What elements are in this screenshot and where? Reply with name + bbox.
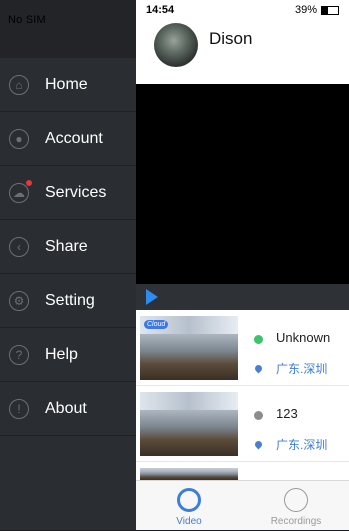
offline-status-dot	[254, 411, 263, 420]
gear-icon: ⚙	[9, 290, 29, 311]
camera-name: Unknown	[276, 330, 331, 345]
menu-status-bar: No SIM	[0, 0, 136, 58]
thumbnail-windows	[140, 392, 238, 410]
menu-item-services[interactable]: ☁ Services	[0, 166, 136, 220]
carrier-text: No SIM	[8, 14, 46, 26]
menu-item-label: About	[45, 399, 87, 417]
menu-item-share[interactable]: ‹ Share	[0, 220, 136, 274]
menu-item-label: Help	[45, 345, 78, 363]
menu-item-home[interactable]: ⌂ Home	[0, 58, 136, 112]
services-icon: ☁	[9, 179, 32, 203]
tab-label: Recordings	[270, 516, 322, 527]
menu-item-label: Setting	[45, 291, 95, 309]
username: Dison	[209, 29, 253, 48]
camera-row[interactable]: Cloud Unknown 广东.深圳	[136, 310, 349, 386]
menu-item-setting[interactable]: ⚙ Setting	[0, 274, 136, 328]
tab-video[interactable]: Video	[136, 481, 242, 531]
menu-item-help[interactable]: ? Help	[0, 328, 136, 382]
video-camera-icon	[177, 488, 201, 512]
camera-row[interactable]	[136, 462, 349, 480]
camera-thumbnail[interactable]: Cloud	[140, 316, 238, 380]
location-pin-icon	[253, 363, 264, 374]
location-pin-icon	[253, 439, 264, 450]
tab-bar: Video Recordings	[136, 480, 349, 530]
help-icon: ?	[9, 344, 29, 365]
tab-label: Video	[176, 516, 202, 527]
camera-thumbnail[interactable]	[140, 468, 238, 480]
video-control-bar	[136, 284, 349, 310]
profile-header: Dison	[136, 20, 349, 84]
home-icon: ⌂	[9, 74, 29, 95]
online-status-dot	[254, 335, 263, 344]
film-reel-icon	[284, 488, 308, 512]
video-player[interactable]	[136, 84, 349, 284]
menu-item-label: Account	[45, 129, 103, 147]
camera-row[interactable]: 123 广东.深圳	[136, 386, 349, 462]
menu-item-label: Share	[45, 237, 88, 255]
main-panel: 14:54 39% Dison Cloud Unknown 广东.深圳 123 …	[136, 0, 349, 530]
menu-item-label: Home	[45, 75, 88, 93]
battery-percent: 39%	[294, 4, 317, 16]
info-icon: !	[9, 398, 29, 419]
status-time: 14:54	[146, 4, 175, 16]
side-menu: No SIM ⌂ Home ● Account ☁ Services ‹ Sha…	[0, 0, 136, 530]
menu-item-label: Services	[45, 183, 107, 201]
camera-location: 广东.深圳	[276, 438, 328, 452]
status-bar: 14:54 39%	[136, 0, 349, 20]
notification-badge	[26, 179, 32, 186]
camera-list: Cloud Unknown 广东.深圳 123 广东.深圳	[136, 310, 349, 480]
menu-item-about[interactable]: ! About	[0, 382, 136, 436]
avatar[interactable]	[154, 23, 198, 67]
camera-location: 广东.深圳	[276, 362, 328, 376]
camera-thumbnail[interactable]	[140, 392, 238, 456]
account-icon: ●	[9, 128, 29, 149]
camera-name: 123	[276, 406, 298, 421]
battery-indicator: 39%	[295, 4, 339, 16]
menu-item-account[interactable]: ● Account	[0, 112, 136, 166]
tab-recordings[interactable]: Recordings	[243, 481, 349, 531]
cloud-badge: Cloud	[144, 320, 169, 329]
play-icon[interactable]	[146, 289, 158, 305]
battery-icon	[321, 5, 339, 15]
share-icon: ‹	[9, 236, 29, 257]
